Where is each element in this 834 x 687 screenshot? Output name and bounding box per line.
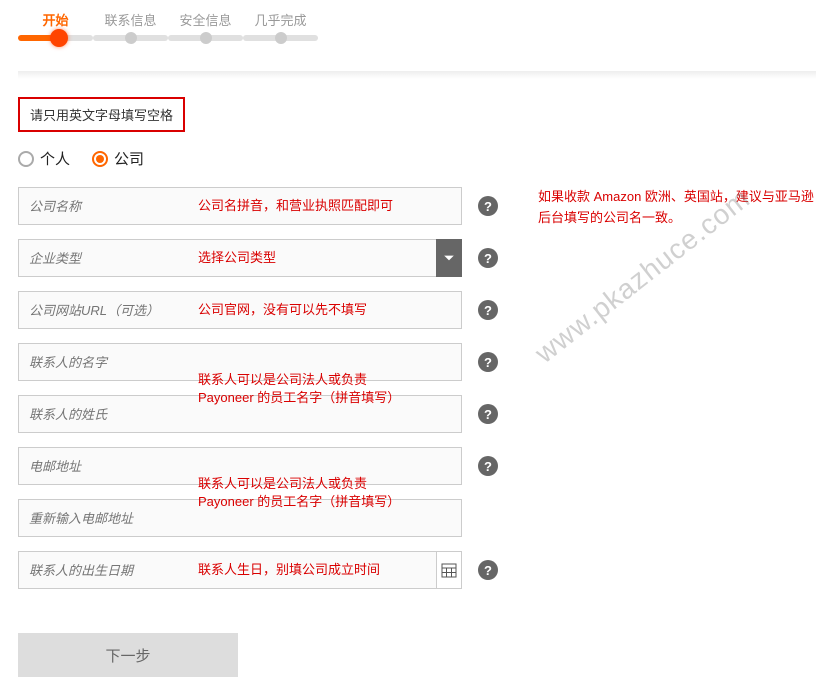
step-dot-icon <box>50 29 68 47</box>
contact-firstname-input[interactable] <box>18 343 462 381</box>
step-almost-done: 几乎完成 <box>243 10 318 41</box>
help-icon[interactable]: ? <box>478 404 498 424</box>
calendar-button[interactable] <box>436 551 462 589</box>
radio-personal[interactable]: 个人 <box>18 148 70 169</box>
step-start: 开始 <box>18 10 93 41</box>
warning-message: 请只用英文字母填写空格 <box>18 97 185 132</box>
radio-icon <box>92 151 108 167</box>
help-icon[interactable]: ? <box>478 248 498 268</box>
dropdown-button[interactable] <box>436 239 462 277</box>
radio-label: 公司 <box>114 148 144 169</box>
step-dot-icon <box>200 32 212 44</box>
step-label: 几乎完成 <box>254 10 306 29</box>
registration-form: 如果收款 Amazon 欧洲、英国站，建议与亚马逊后台填写的公司名一致。 公司名… <box>18 187 816 677</box>
help-icon[interactable]: ? <box>478 352 498 372</box>
email-input[interactable] <box>18 447 462 485</box>
next-button[interactable]: 下一步 <box>18 633 238 677</box>
radio-company[interactable]: 公司 <box>92 148 144 169</box>
chevron-down-icon <box>443 252 455 264</box>
step-security: 安全信息 <box>168 10 243 41</box>
step-contact: 联系信息 <box>93 10 168 41</box>
dob-input[interactable] <box>18 551 462 589</box>
radio-icon <box>18 151 34 167</box>
radio-label: 个人 <box>40 148 70 169</box>
step-label: 联系信息 <box>104 10 156 29</box>
help-icon[interactable]: ? <box>478 456 498 476</box>
help-icon[interactable]: ? <box>478 196 498 216</box>
website-input[interactable] <box>18 291 462 329</box>
email-confirm-input[interactable] <box>18 499 462 537</box>
step-label: 安全信息 <box>179 10 231 29</box>
calendar-icon <box>441 562 457 578</box>
step-dot-icon <box>125 32 137 44</box>
step-dot-icon <box>275 32 287 44</box>
contact-lastname-input[interactable] <box>18 395 462 433</box>
help-icon[interactable]: ? <box>478 560 498 580</box>
step-label: 开始 <box>42 10 68 29</box>
account-type-radio-group: 个人 公司 <box>18 148 816 169</box>
company-type-select[interactable] <box>18 239 462 277</box>
company-name-input[interactable] <box>18 187 462 225</box>
section-divider <box>18 71 816 79</box>
help-icon[interactable]: ? <box>478 300 498 320</box>
progress-steps: 开始 联系信息 安全信息 几乎完成 <box>18 10 816 41</box>
